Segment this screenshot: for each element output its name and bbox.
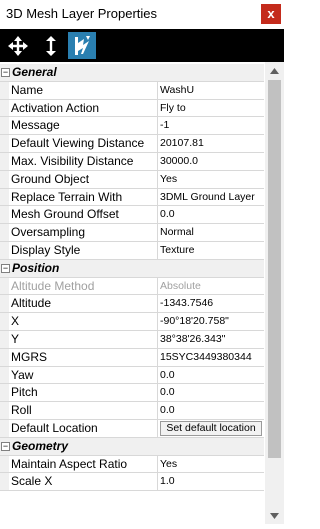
property-row-default-location: Default Location Set default location [0, 419, 264, 438]
property-row-replace-terrain-with[interactable]: Replace Terrain With 3DML Ground Layer [0, 188, 264, 207]
property-row-y[interactable]: Y 38°38'26.343" [0, 330, 264, 349]
property-name: Default Viewing Distance [9, 135, 158, 152]
property-value[interactable]: -1343.7546 [158, 295, 264, 312]
property-value[interactable]: 0.0 [158, 367, 264, 384]
title-bar: 3D Mesh Layer Properties x [0, 0, 284, 29]
property-row-message[interactable]: Message -1 [0, 117, 264, 136]
property-value[interactable]: -90°18'20.758" [158, 313, 264, 330]
property-row-maintain-aspect-ratio[interactable]: Maintain Aspect Ratio Yes [0, 455, 264, 474]
collapse-toggle-position[interactable]: − [1, 263, 10, 273]
category-position: − Position [0, 259, 264, 278]
property-value[interactable]: 1.0 [158, 473, 264, 490]
window-bottom-edge [0, 524, 284, 529]
scrollbar-thumb[interactable] [268, 80, 281, 458]
property-value: Absolute [160, 279, 201, 292]
scroll-down-button[interactable] [265, 507, 284, 524]
property-name: X [9, 313, 158, 330]
property-name: Replace Terrain With [9, 188, 158, 206]
property-value[interactable]: Texture [158, 242, 264, 259]
property-row-pitch[interactable]: Pitch 0.0 [0, 384, 264, 403]
property-name: Default Location [9, 419, 158, 437]
property-value[interactable]: Yes [158, 456, 264, 473]
property-name: Altitude Method [9, 277, 158, 295]
property-name: Mesh Ground Offset [9, 206, 158, 224]
property-value[interactable]: 20107.81 [158, 135, 264, 152]
property-name: Activation Action [9, 99, 158, 117]
property-row-altitude[interactable]: Altitude -1343.7546 [0, 295, 264, 314]
move-icon [8, 35, 28, 56]
category-label: Geometry [12, 438, 69, 453]
property-grid: − General Name WashU Activation Action Fly… [0, 62, 284, 524]
close-button[interactable]: x [261, 4, 281, 24]
category-general: − General [0, 64, 264, 82]
property-value[interactable]: 38°38'26.343" [158, 331, 264, 348]
property-value[interactable]: -1 [158, 117, 264, 134]
toolbar [0, 29, 284, 62]
property-value[interactable]: 15SYC3449380344 [158, 349, 264, 366]
property-name: Roll [9, 402, 158, 419]
property-name: Pitch [9, 384, 158, 402]
category-label: General [12, 65, 57, 79]
property-value[interactable]: 3DML Ground Layer [158, 189, 264, 206]
scroll-up-button[interactable] [265, 62, 284, 79]
property-name: Message [9, 117, 158, 135]
property-row-name[interactable]: Name WashU [0, 81, 264, 100]
property-name: Altitude [9, 295, 158, 313]
collapse-toggle-geometry[interactable]: − [1, 441, 10, 451]
property-row-altitude-method: Altitude Method Absolute [0, 277, 264, 296]
terrain-flag-icon [75, 35, 90, 55]
property-name: Scale X [9, 473, 158, 491]
vertical-scrollbar[interactable] [265, 62, 284, 524]
property-row-ground-object[interactable]: Ground Object Yes [0, 170, 264, 189]
property-name: Maintain Aspect Ratio [9, 455, 158, 473]
property-name: Ground Object [9, 170, 158, 188]
property-row-yaw[interactable]: Yaw 0.0 [0, 366, 264, 385]
property-row-scale-x[interactable]: Scale X 1.0 [0, 473, 264, 492]
chevron-up-icon [270, 67, 279, 74]
property-name: Oversampling [9, 224, 158, 241]
property-value[interactable]: 0.0 [158, 206, 264, 223]
property-row-activation-action[interactable]: Activation Action Fly to [0, 99, 264, 118]
window-title: 3D Mesh Layer Properties [6, 6, 158, 21]
property-row-mgrs[interactable]: MGRS 15SYC3449380344 [0, 348, 264, 367]
category-geometry: − Geometry [0, 437, 264, 456]
property-name: Max. Visibility Distance [9, 152, 158, 170]
property-name: Y [9, 330, 158, 348]
chevron-down-icon [270, 512, 279, 519]
category-label: Position [12, 260, 60, 275]
vertical-arrows-icon [46, 35, 56, 56]
property-value[interactable]: Normal [158, 224, 264, 241]
property-row-x[interactable]: X -90°18'20.758" [0, 313, 264, 331]
terrain-tool-button[interactable] [68, 32, 96, 59]
property-row-oversampling[interactable]: Oversampling Normal [0, 224, 264, 242]
set-default-location-button[interactable]: Set default location [160, 420, 262, 436]
property-row-display-style[interactable]: Display Style Texture [0, 241, 264, 260]
property-name: Name [9, 81, 158, 99]
property-value[interactable]: 0.0 [158, 384, 264, 401]
move-tool-button[interactable] [4, 32, 32, 59]
property-value[interactable]: Yes [158, 171, 264, 188]
property-value[interactable]: Fly to [158, 100, 264, 117]
property-name: MGRS [9, 348, 158, 366]
property-row-max-visibility-distance[interactable]: Max. Visibility Distance 30000.0 [0, 152, 264, 171]
property-name: Display Style [9, 241, 158, 259]
property-name: Yaw [9, 366, 158, 384]
property-row-mesh-ground-offset[interactable]: Mesh Ground Offset 0.0 [0, 206, 264, 225]
property-value[interactable]: 30000.0 [158, 153, 264, 170]
property-row-default-viewing-distance[interactable]: Default Viewing Distance 20107.81 [0, 135, 264, 153]
property-value[interactable]: 0.0 [158, 402, 264, 419]
property-row-roll[interactable]: Roll 0.0 [0, 402, 264, 420]
property-value[interactable]: WashU [158, 82, 264, 99]
vertical-move-button[interactable] [37, 32, 65, 59]
collapse-toggle-general[interactable]: − [1, 68, 10, 77]
